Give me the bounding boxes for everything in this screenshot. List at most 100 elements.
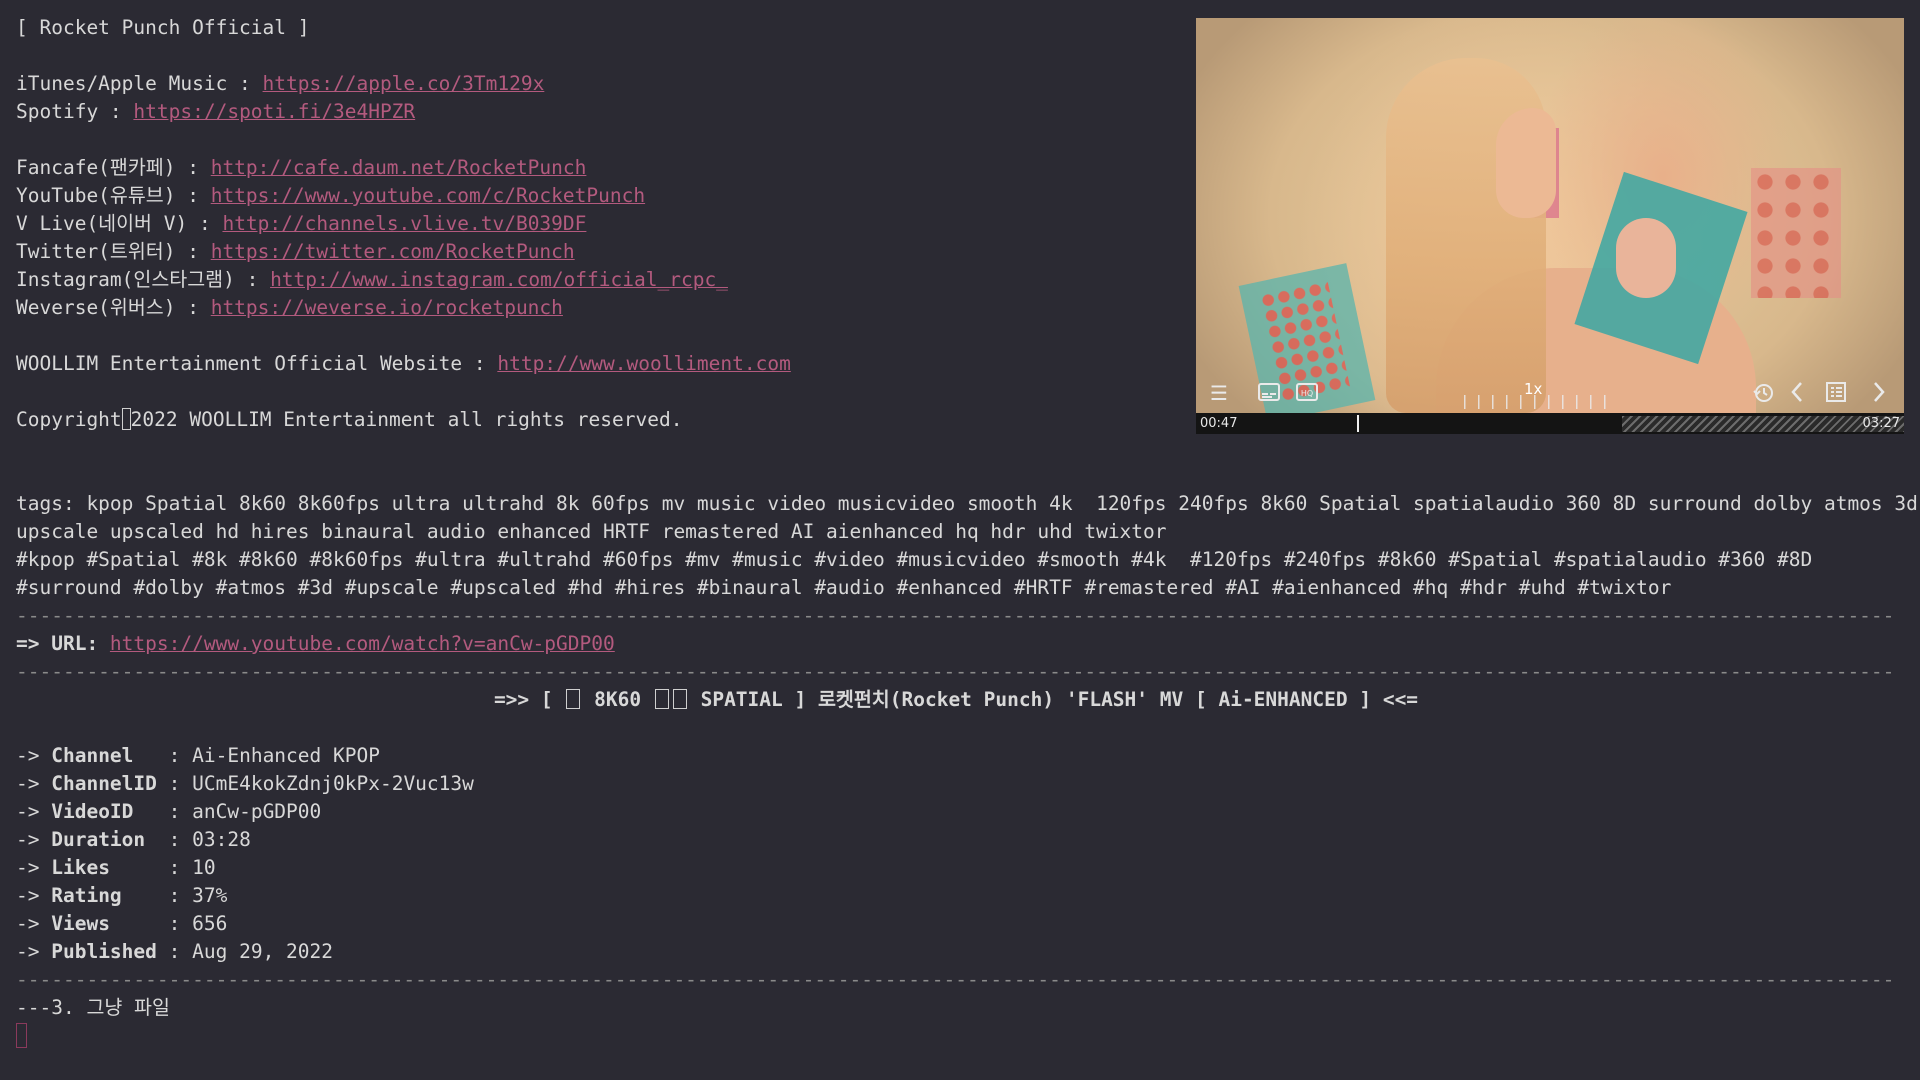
apple-music-link[interactable]: https://apple.co/3Tm129x	[263, 72, 545, 95]
metadata-arrow: ->	[16, 884, 52, 907]
metadata-row: -> ChannelID : UCmE4kokZdnj0kPx-2Vuc13w	[16, 770, 1896, 798]
metadata-key: Views	[51, 912, 169, 935]
metadata-separator: :	[168, 800, 193, 823]
video-scene-figure	[1496, 108, 1556, 218]
svg-text:HQ: HQ	[1301, 389, 1313, 398]
copyright-pre: Copyright	[16, 408, 122, 431]
video-scene-poster	[1751, 168, 1841, 298]
file-line: ---3. 그냥 파일	[16, 996, 170, 1019]
current-time: 00:47	[1200, 416, 1238, 431]
metadata-arrow: ->	[16, 828, 52, 851]
video-player[interactable]: ☰ HQ 1x 00:47 03:27	[1196, 18, 1904, 434]
metadata-arrow: ->	[16, 772, 52, 795]
metadata-row: -> Channel : Ai-Enhanced KPOP	[16, 742, 1896, 770]
metadata-value: 656	[192, 912, 228, 935]
metadata-key: Rating	[51, 884, 169, 907]
prompt-line	[16, 1022, 1896, 1050]
seek-bar[interactable]: 00:47 03:27	[1196, 413, 1904, 434]
metadata-separator: :	[168, 744, 193, 767]
next-icon[interactable]	[1872, 381, 1886, 406]
missing-glyph-icon	[566, 689, 581, 709]
terminal-cursor[interactable]	[16, 1023, 27, 1048]
player-controls: ☰ HQ 1x	[1196, 373, 1904, 413]
metadata-arrow: ->	[16, 800, 52, 823]
missing-glyph-icon	[121, 408, 131, 430]
hashtags-line-2: #surround #dolby #atmos #3d #upscale #up…	[16, 576, 1672, 599]
link-label: Spotify :	[16, 100, 134, 123]
metadata-row: -> Views : 656	[16, 910, 1896, 938]
copyright-post: 2022 WOOLLIM Entertainment all rights re…	[130, 408, 683, 431]
metadata-separator: :	[168, 912, 193, 935]
metadata-key: Published	[51, 940, 169, 963]
metadata-arrow: ->	[16, 856, 52, 879]
playhead[interactable]	[1357, 415, 1359, 432]
subtitles-icon[interactable]	[1258, 383, 1280, 404]
tags-line-1: tags: kpop Spatial 8k60 8k60fps ultra ul…	[16, 492, 1918, 515]
separator: ----------------------------------------…	[16, 968, 1896, 991]
spotify-link[interactable]: https://spoti.fi/3e4HPZR	[133, 100, 415, 123]
title-prefix: =>> [	[493, 688, 565, 711]
playlist-icon[interactable]	[1826, 382, 1846, 405]
menu-icon[interactable]: ☰	[1210, 383, 1228, 403]
metadata-arrow: ->	[16, 940, 52, 963]
metadata-key: Likes	[51, 856, 169, 879]
metadata-separator: :	[168, 856, 193, 879]
url-line: => URL: https://www.youtube.com/watch?v=…	[16, 630, 1896, 658]
metadata-value: 10	[192, 856, 216, 879]
metadata-separator: :	[168, 772, 193, 795]
url-label: => URL:	[16, 632, 110, 655]
title-part2: SPATIAL ] 로켓펀치(Rocket Punch) 'FLASH' MV …	[688, 688, 1419, 711]
link-label: Fancafe(팬카페) :	[16, 156, 211, 179]
metadata-list: -> Channel : Ai-Enhanced KPOP -> ChannelI…	[16, 742, 1896, 966]
metadata-separator: :	[168, 828, 193, 851]
metadata-row: -> Rating : 37%	[16, 882, 1896, 910]
twitter-link[interactable]: https://twitter.com/RocketPunch	[211, 240, 575, 263]
link-label: iTunes/Apple Music :	[16, 72, 263, 95]
metadata-row: -> Likes : 10	[16, 854, 1896, 882]
website-link[interactable]: http://www.woolliment.com	[497, 352, 791, 375]
history-icon[interactable]	[1752, 382, 1774, 407]
metadata-separator: :	[168, 940, 193, 963]
metadata-row: -> VideoID : anCw-pGDP00	[16, 798, 1896, 826]
separator: ----------------------------------------…	[16, 660, 1896, 683]
metadata-value: UCmE4kokZdnj0kPx-2Vuc13w	[192, 772, 474, 795]
video-frame[interactable]: ☰ HQ 1x	[1196, 18, 1904, 413]
metadata-value: 03:28	[192, 828, 251, 851]
speed-scale[interactable]	[1464, 395, 1614, 409]
link-label: V Live(네이버 V) :	[16, 212, 223, 235]
instagram-link[interactable]: http://www.instagram.com/official_rcpc_	[270, 268, 728, 291]
link-label: YouTube(유튜브) :	[16, 184, 211, 207]
link-label: Twitter(트위터) :	[16, 240, 211, 263]
metadata-value: Aug 29, 2022	[192, 940, 334, 963]
metadata-arrow: ->	[16, 912, 52, 935]
metadata-value: anCw-pGDP00	[192, 800, 322, 823]
total-time: 03:27	[1862, 416, 1900, 431]
metadata-key: Channel	[51, 744, 169, 767]
vlive-link[interactable]: http://channels.vlive.tv/B039DF	[222, 212, 586, 235]
metadata-row: -> Published : Aug 29, 2022	[16, 938, 1896, 966]
prev-icon[interactable]	[1790, 381, 1804, 406]
metadata-row: -> Duration : 03:28	[16, 826, 1896, 854]
metadata-separator: :	[168, 884, 193, 907]
missing-glyph-icon	[672, 689, 687, 709]
video-url-link[interactable]: https://www.youtube.com/watch?v=anCw-pGD…	[110, 632, 615, 655]
hashtags-line-1: #kpop #Spatial #8k #8k60 #8k60fps #ultra…	[16, 548, 1813, 571]
fancafe-link[interactable]: http://cafe.daum.net/RocketPunch	[211, 156, 587, 179]
separator: ----------------------------------------…	[16, 604, 1896, 627]
metadata-key: ChannelID	[51, 772, 169, 795]
title-part1: 8K60	[582, 688, 653, 711]
website-label: WOOLLIM Entertainment Official Website :	[16, 352, 498, 375]
weverse-link[interactable]: https://weverse.io/rocketpunch	[211, 296, 563, 319]
metadata-arrow: ->	[16, 744, 52, 767]
metadata-value: 37%	[192, 884, 228, 907]
metadata-value: Ai-Enhanced KPOP	[192, 744, 380, 767]
video-title: =>> [ 8K60 SPATIAL ] 로켓펀치(Rocket Punch) …	[16, 686, 1896, 714]
youtube-link[interactable]: https://www.youtube.com/c/RocketPunch	[211, 184, 645, 207]
hq-icon[interactable]: HQ	[1296, 383, 1318, 404]
link-label: Instagram(인스타그램) :	[16, 268, 271, 291]
tags-line-2: upscale upscaled hd hires binaural audio…	[16, 520, 1167, 543]
missing-glyph-icon	[654, 689, 669, 709]
link-label: Weverse(위버스) :	[16, 296, 211, 319]
metadata-key: Duration	[51, 828, 169, 851]
metadata-key: VideoID	[51, 800, 169, 823]
